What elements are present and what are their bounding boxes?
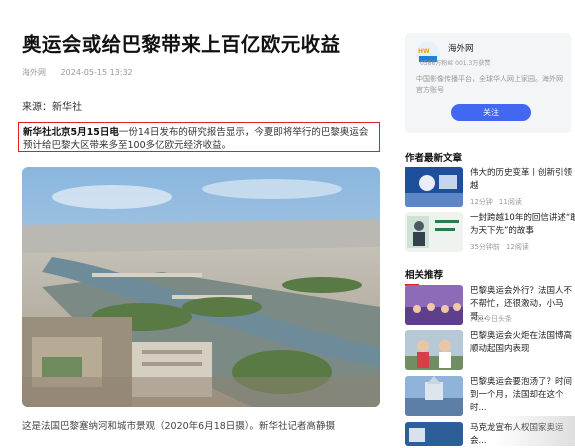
publisher-name[interactable]: 海外网 (22, 68, 46, 77)
recommend-thumb-1[interactable] (405, 285, 463, 325)
author-article-meta-2: 35分钟前 12阅读 (470, 243, 529, 251)
author-description: 中国影像传播平台，全球华人网上家园。海外网官方账号 (416, 75, 563, 94)
svg-text:HW: HW (418, 48, 430, 55)
author-stats: 0566万粉丝 001.3万获赞 (420, 60, 491, 67)
author-article-thumb-2[interactable] (405, 212, 463, 252)
follow-button[interactable]: 关注 (451, 104, 531, 121)
article-photo-paris-seine (22, 167, 380, 407)
article-source: 来源：新华社 (22, 102, 82, 113)
photo-caption: 这是法国巴黎塞纳河和城市景观（2020年6月18日摄）。新华社记者高静摄 (22, 421, 336, 432)
recommend-heading: 相关推荐 (405, 267, 443, 286)
recommend-thumb-4[interactable] (405, 422, 463, 446)
author-article-title-2[interactable]: 一封跨越10年的回信讲述“敢为天下先”的故事 (470, 212, 575, 238)
recommend-meta-1: 人民今日头条 (470, 315, 512, 323)
recommend-thumb-3[interactable] (405, 376, 463, 416)
article-title: 奥运会或给巴黎带来上百亿欧元收益 (22, 33, 341, 56)
publish-time: 2024-05-15 13:32 (60, 68, 133, 77)
article-lead-highlight: 新华社北京5月15日电一份14日发布的研究报告显示，今夏即将举行的巴黎奥运会预计… (18, 122, 380, 152)
recommend-thumb-2[interactable] (405, 330, 463, 370)
recommend-title-2[interactable]: 巴黎奥运会火炬在法国博高顺动起国内表现 (470, 330, 575, 356)
author-name[interactable]: 海外网 (448, 42, 474, 54)
author-article-meta-1: 12分钟 11阅读 (470, 198, 522, 206)
author-article-thumb-1[interactable] (405, 167, 463, 207)
author-article-title-1[interactable]: 伟大的历史变革丨创新引领越 (470, 167, 575, 193)
recommend-title-3[interactable]: 巴黎奥运会要泡汤了？时间到一个月，法国却在这个时... (470, 376, 575, 415)
lead-dateline: 新华社北京5月15日电 (23, 127, 119, 138)
article-meta: 海外网 2024-05-15 13:32 (22, 67, 133, 78)
watermark-fade (495, 416, 575, 446)
